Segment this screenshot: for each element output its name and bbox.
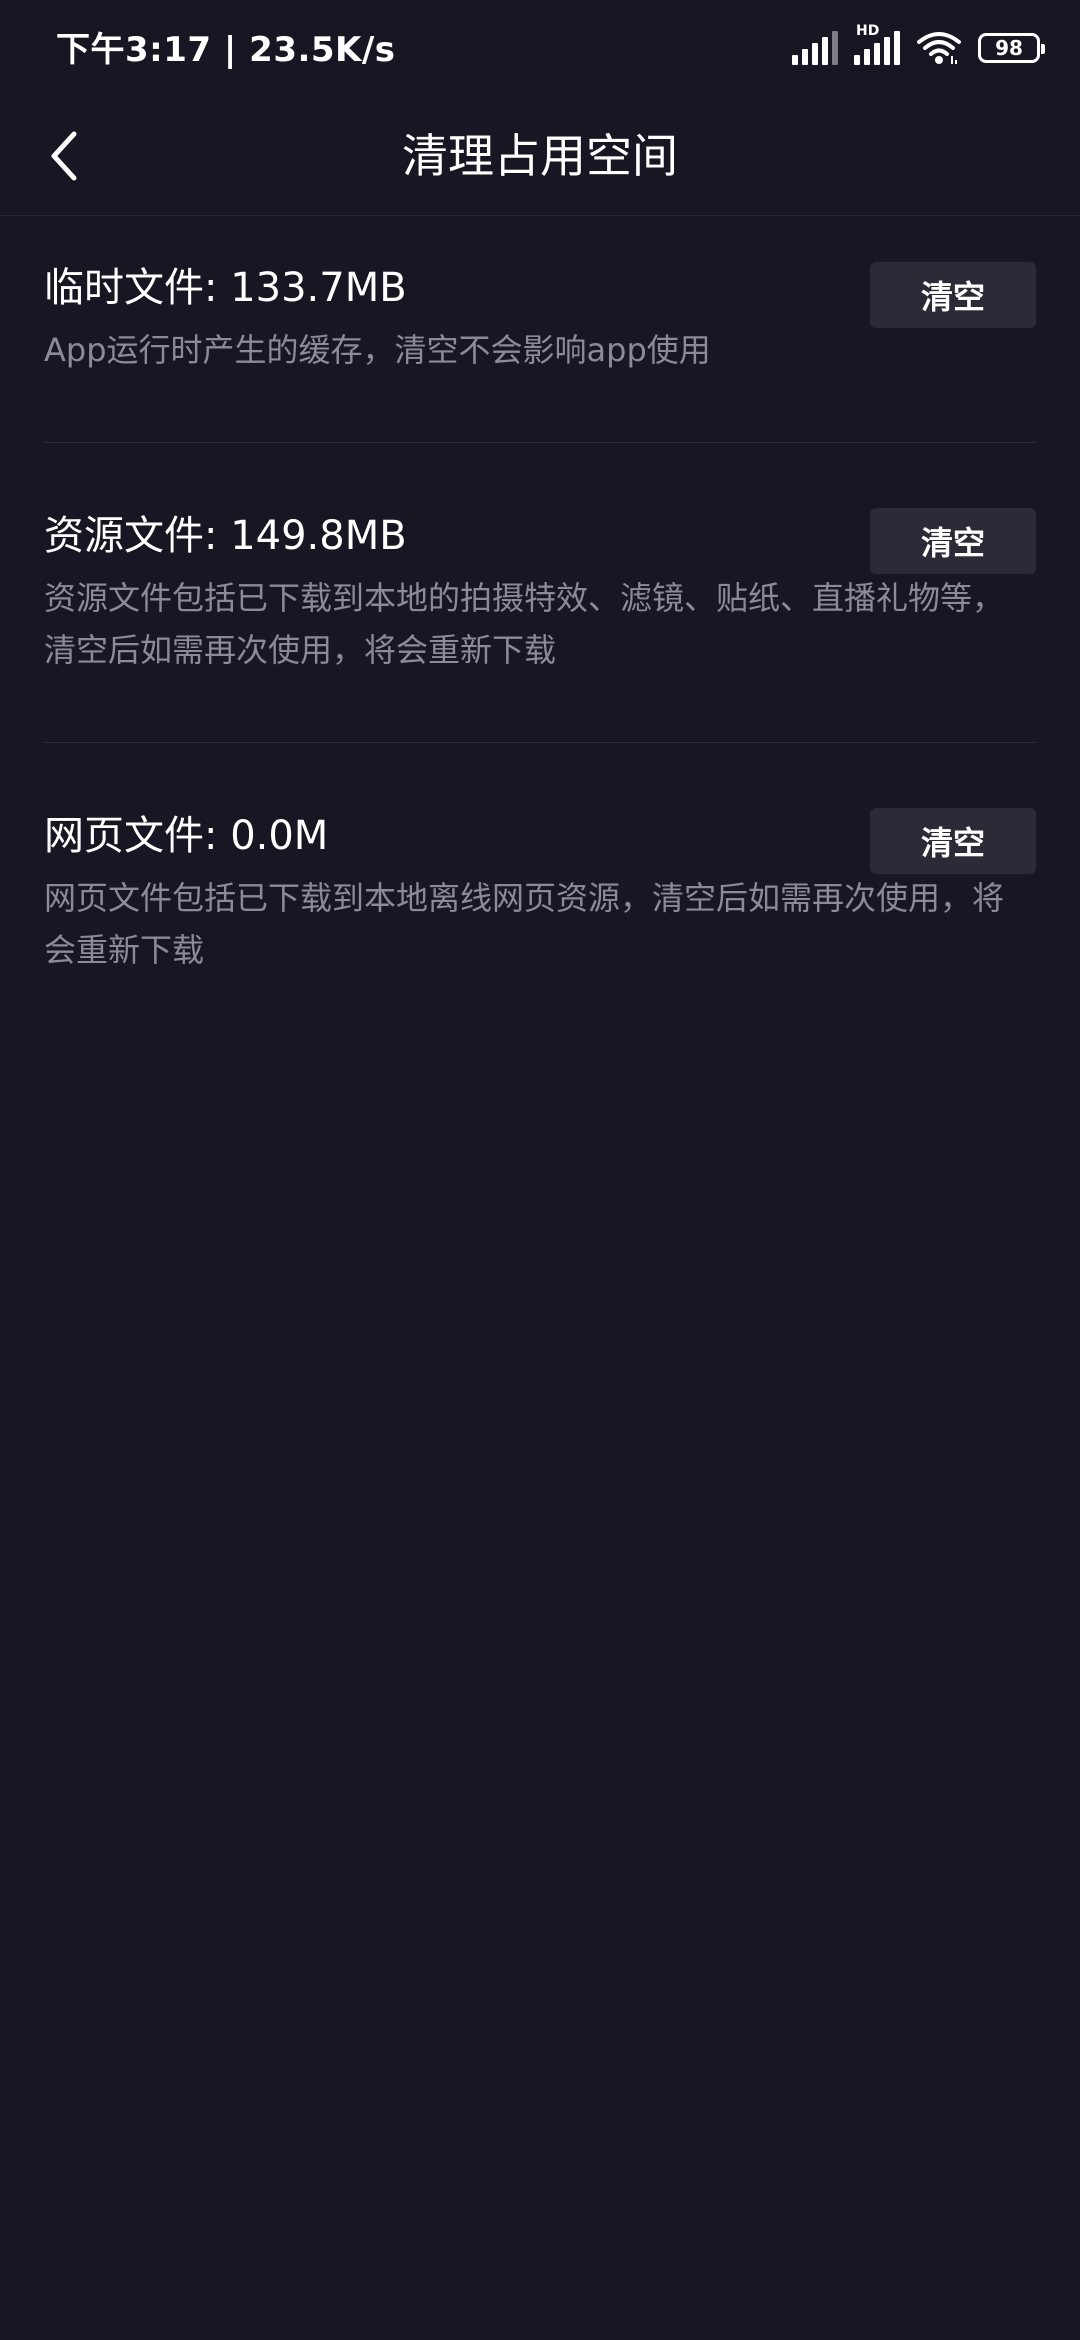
battery-icon: 98 bbox=[978, 33, 1045, 63]
temp-files-section: 临时文件: 133.7MB App运行时产生的缓存，清空不会影响app使用 清空 bbox=[44, 260, 1036, 376]
clear-web-files-button[interactable]: 清空 bbox=[870, 808, 1036, 874]
clear-temp-files-button[interactable]: 清空 bbox=[870, 262, 1036, 328]
status-icons: HD 98 bbox=[792, 23, 1045, 72]
signal-hd-icon: HD bbox=[854, 23, 900, 65]
network-type-label: HD bbox=[856, 23, 880, 39]
status-time-speed: 下午3:17 | 23.5K/s bbox=[56, 30, 396, 70]
battery-level: 98 bbox=[995, 36, 1023, 60]
status-bar: 下午3:17 | 23.5K/s HD 98 bbox=[0, 0, 1080, 96]
web-files-section: 网页文件: 0.0M 网页文件包括已下载到本地离线网页资源，清空后如需再次使用，… bbox=[44, 808, 1036, 976]
wifi-icon bbox=[917, 32, 961, 64]
page-title: 清理占用空间 bbox=[402, 129, 678, 183]
signal-icon bbox=[792, 31, 838, 65]
clear-resource-files-button[interactable]: 清空 bbox=[870, 508, 1036, 574]
divider bbox=[44, 442, 1036, 443]
web-files-description: 网页文件包括已下载到本地离线网页资源，清空后如需再次使用，将会重新下载 bbox=[44, 879, 1005, 969]
divider bbox=[44, 742, 1036, 743]
resource-files-section: 资源文件: 149.8MB 资源文件包括已下载到本地的拍摄特效、滤镜、贴纸、直播… bbox=[44, 508, 1036, 676]
resource-files-description: 资源文件包括已下载到本地的拍摄特效、滤镜、贴纸、直播礼物等，清空后如需再次使用，… bbox=[44, 579, 1005, 669]
nav-bar: 清理占用空间 bbox=[0, 96, 1080, 216]
temp-files-description: App运行时产生的缓存，清空不会影响app使用 bbox=[44, 331, 711, 369]
